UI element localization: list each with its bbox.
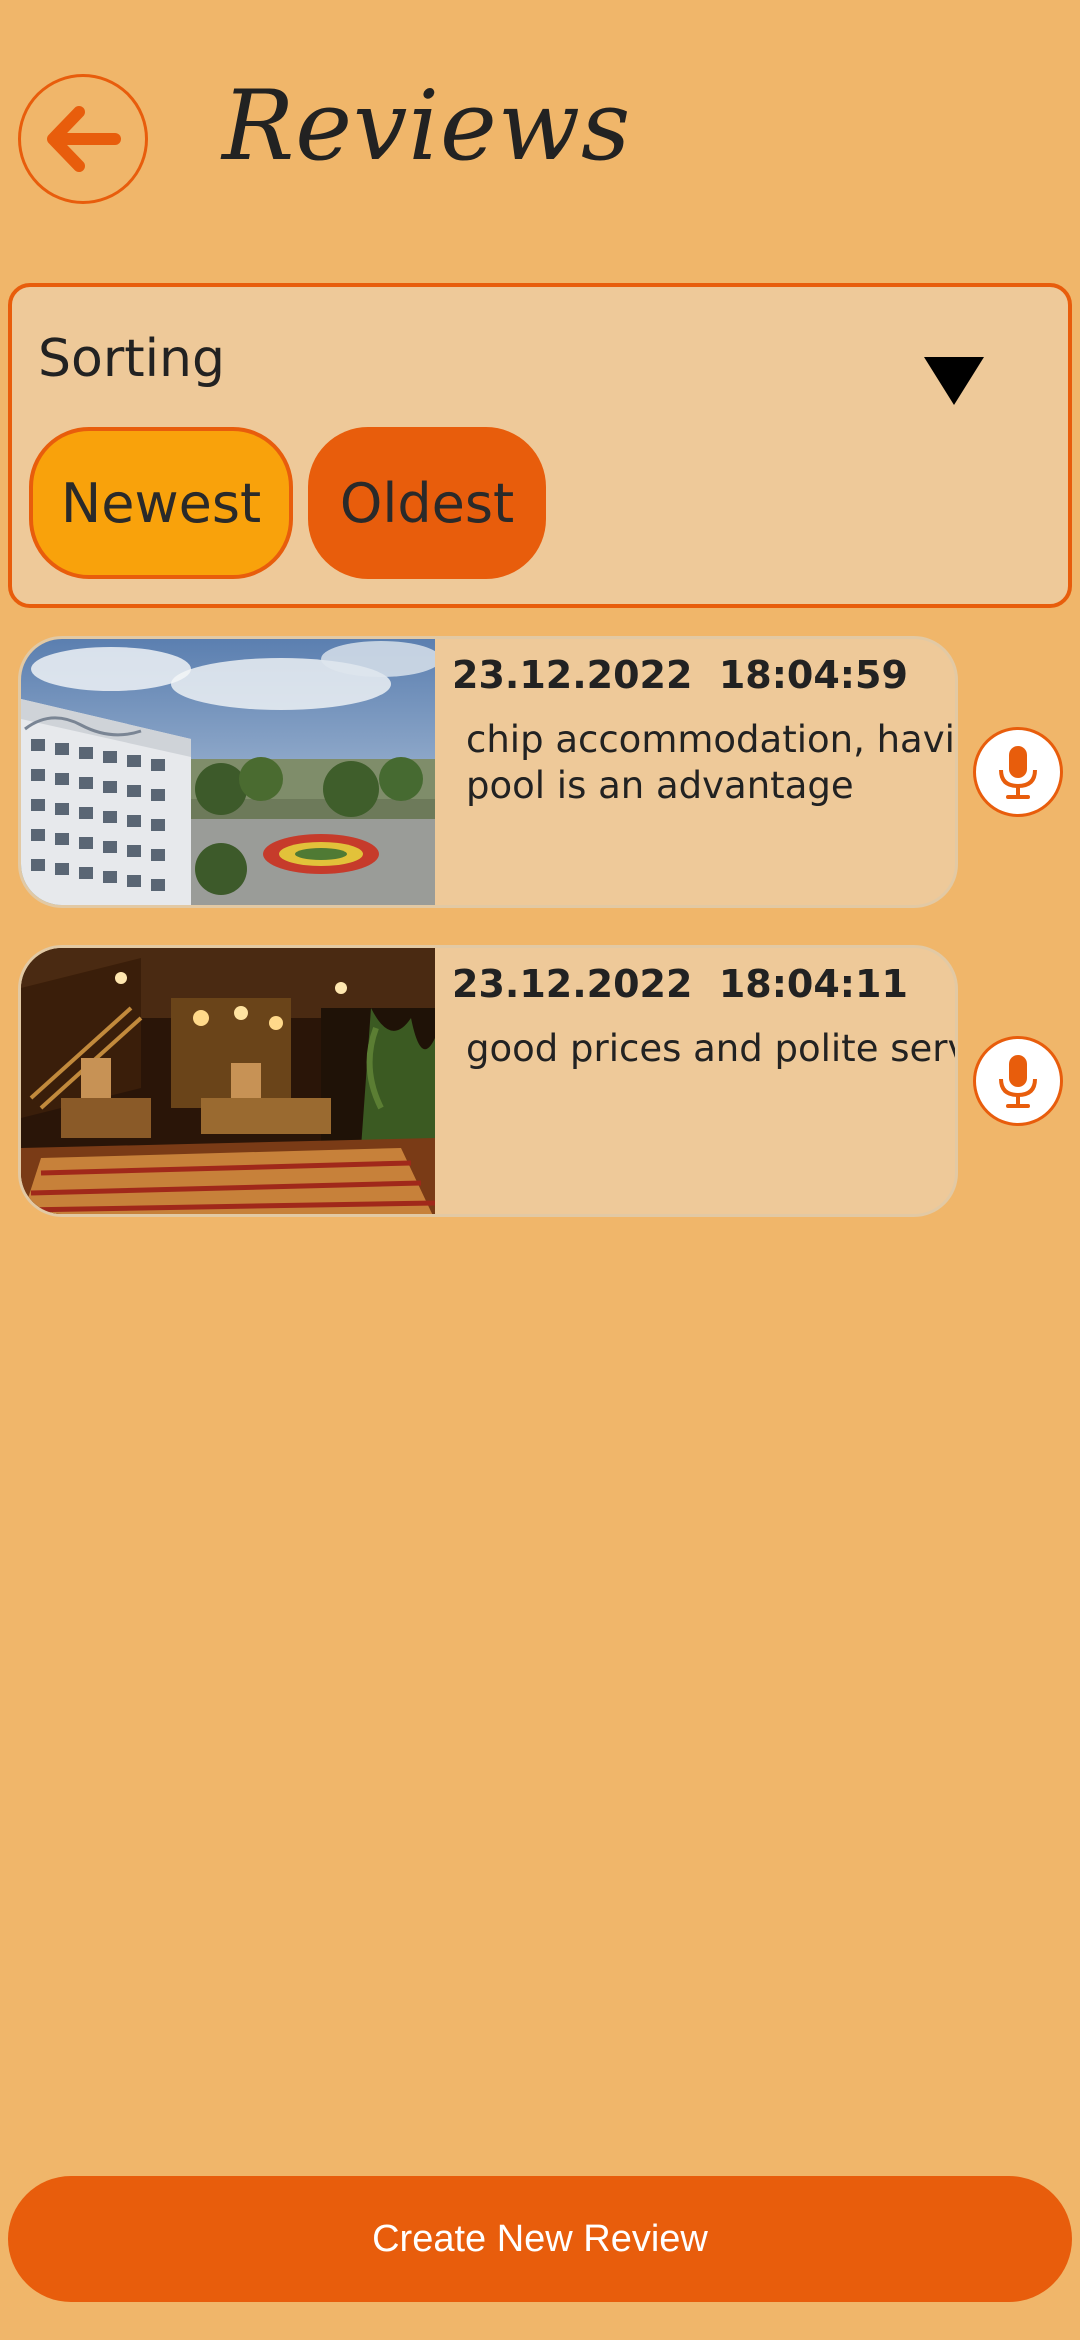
arrow-left-icon [47,106,121,172]
restaurant-interior-photo [21,948,435,1214]
create-new-review-button[interactable]: Create New Review [8,2176,1072,2302]
play-audio-button[interactable] [973,727,1063,817]
review-text-line: chip accommodation, having [466,718,958,761]
review-text: chip accommodation, having pool is an ad… [466,717,958,809]
page-title: Reviews [222,70,632,182]
microphone-icon [999,1055,1037,1108]
review-text-line: good prices and polite service [466,1027,955,1070]
review-date: 23.12.2022 18:04:59 [452,653,908,697]
microphone-icon [999,746,1037,799]
sorting-label: Sorting [38,329,226,389]
create-new-review-label: Create New Review [372,2217,708,2260]
back-button[interactable] [18,74,148,204]
triangle-down-icon[interactable] [924,357,984,405]
review-date: 23.12.2022 18:04:11 [452,962,908,1006]
sort-newest-button[interactable]: Newest [29,427,293,579]
sort-oldest-button[interactable]: Oldest [308,427,546,579]
hotel-exterior-photo [21,639,435,905]
review-card[interactable]: 23.12.2022 18:04:11 good prices and poli… [18,945,958,1217]
play-audio-button[interactable] [973,1036,1063,1126]
review-text: good prices and polite service [466,1026,955,1072]
sort-oldest-label: Oldest [339,471,515,535]
review-card[interactable]: 23.12.2022 18:04:59 chip accommodation, … [18,636,958,908]
sort-newest-label: Newest [60,471,262,535]
sorting-panel: Sorting Newest Oldest [8,283,1072,608]
review-text-line: pool is an advantage [466,764,854,807]
